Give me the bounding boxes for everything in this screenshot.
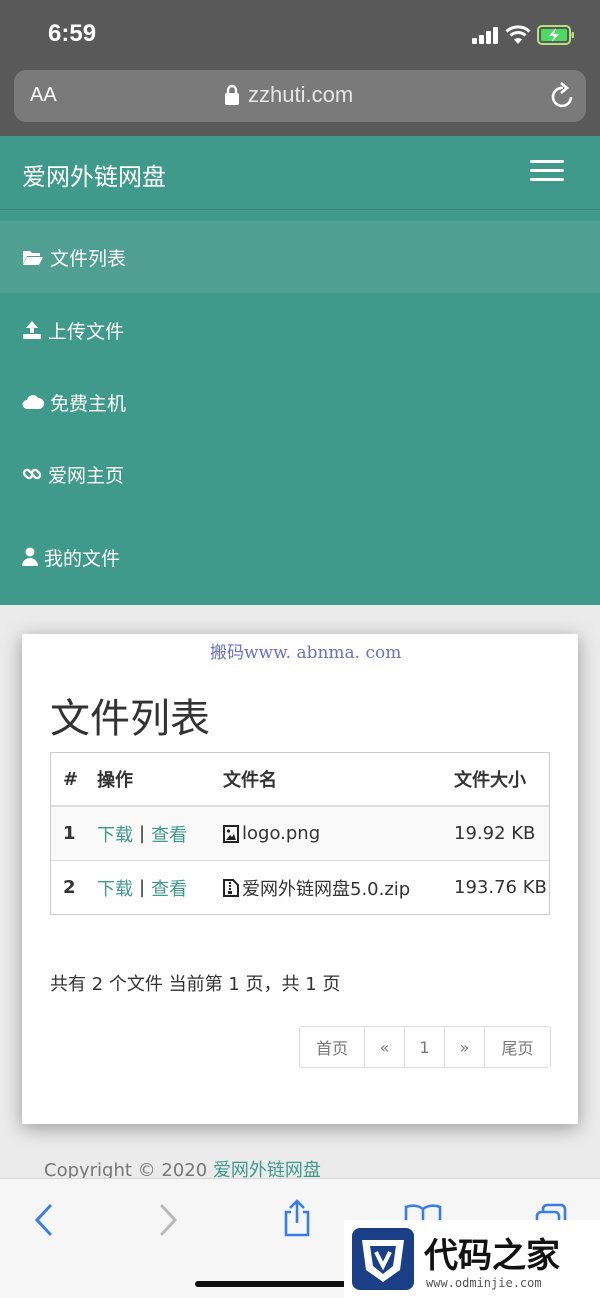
status-time: 6:59 — [48, 20, 97, 47]
table-row: 2 下载 | 查看 爱网外链网盘5.0.zip 193.76 KB — [51, 861, 549, 914]
menu-item-free-host[interactable]: 免费主机 — [0, 366, 600, 438]
view-link[interactable]: 查看 — [151, 875, 187, 901]
address-bar[interactable]: AA zzhuti.com — [14, 70, 586, 122]
row-actions: 下载 | 查看 — [97, 807, 187, 860]
row-number: 1 — [63, 823, 76, 844]
row-number: 2 — [63, 877, 76, 898]
hamburger-icon — [530, 160, 564, 163]
wifi-icon — [505, 25, 531, 44]
watermark-logo-url: www.odminjie.com — [426, 1276, 542, 1290]
page-prev-button[interactable]: « — [365, 1027, 405, 1067]
menu-toggle-button[interactable] — [530, 160, 564, 184]
download-link[interactable]: 下载 — [97, 875, 133, 901]
site-navbar: 爱网外链网盘 — [0, 136, 600, 210]
action-separator: | — [139, 877, 146, 898]
file-name: 爱网外链网盘5.0.zip — [223, 861, 410, 914]
nav-menu: 文件列表 上传文件 免费主机 爱网主页 我的文件 — [0, 210, 600, 605]
file-count-summary: 共有 2 个文件 当前第 1 页，共 1 页 — [50, 974, 341, 995]
watermark-logo-text: 代码之家 — [424, 1236, 560, 1276]
user-icon — [22, 547, 38, 566]
forward-icon[interactable] — [158, 1203, 180, 1237]
file-size: 19.92 KB — [454, 823, 536, 844]
menu-item-label: 上传文件 — [48, 320, 125, 343]
table-header-row: # 操作 文件名 文件大小 — [51, 753, 549, 807]
pagination: 首页 « 1 » 尾页 — [299, 1026, 551, 1068]
col-header-actions: 操作 — [97, 770, 133, 791]
menu-item-homepage[interactable]: 爱网主页 — [0, 438, 600, 510]
shield-logo-icon — [352, 1228, 414, 1290]
menu-item-label: 文件列表 — [50, 247, 127, 270]
menu-item-my-files[interactable]: 我的文件 — [0, 521, 600, 593]
reader-aa-button[interactable]: AA — [30, 84, 57, 107]
lock-icon — [225, 84, 239, 105]
cellular-signal-icon — [472, 26, 500, 44]
page-last-button[interactable]: 尾页 — [485, 1027, 550, 1067]
link-icon — [22, 468, 42, 480]
col-header-num: # — [63, 768, 79, 790]
site-watermark-logo: 代码之家 www.odminjie.com — [344, 1220, 600, 1298]
upload-icon — [23, 321, 41, 339]
watermark: 搬码www. abnma. com — [210, 643, 402, 663]
page-first-button[interactable]: 首页 — [300, 1027, 365, 1067]
zip-file-icon — [223, 878, 239, 897]
col-header-filesize: 文件大小 — [454, 770, 526, 791]
back-icon[interactable] — [32, 1203, 54, 1237]
image-file-icon — [223, 824, 239, 843]
page-next-button[interactable]: » — [445, 1027, 485, 1067]
col-header-filename: 文件名 — [223, 770, 277, 791]
table-row: 1 下载 | 查看 logo.png 19.92 KB — [51, 807, 549, 861]
file-table: # 操作 文件名 文件大小 1 下载 | 查看 logo.png 19.92 KB … — [50, 752, 550, 915]
folder-open-icon — [23, 251, 43, 265]
file-list-panel: 搬码www. abnma. com 文件列表 # 操作 文件名 文件大小 1 下… — [22, 634, 578, 1124]
download-link[interactable]: 下载 — [97, 821, 133, 847]
menu-item-label: 免费主机 — [50, 392, 127, 415]
status-bar: 6:59 — [0, 0, 600, 70]
menu-item-upload[interactable]: 上传文件 — [0, 294, 600, 366]
row-actions: 下载 | 查看 — [97, 861, 187, 914]
file-name-text: 爱网外链网盘5.0.zip — [242, 878, 411, 900]
file-name: logo.png — [223, 807, 320, 860]
view-link[interactable]: 查看 — [151, 821, 187, 847]
page-current-button[interactable]: 1 — [405, 1027, 445, 1067]
menu-item-label: 我的文件 — [44, 547, 121, 570]
share-icon[interactable] — [282, 1199, 312, 1237]
site-brand[interactable]: 爱网外链网盘 — [22, 157, 166, 192]
battery-charging-icon — [537, 25, 574, 45]
file-name-text: logo.png — [242, 823, 321, 844]
action-separator: | — [139, 823, 146, 844]
cloud-icon — [22, 395, 44, 409]
file-size: 193.76 KB — [454, 877, 547, 898]
page-title: 文件列表 — [50, 696, 210, 742]
menu-item-file-list[interactable]: 文件列表 — [0, 221, 600, 293]
menu-item-label: 爱网主页 — [48, 464, 125, 487]
browser-address-area: AA zzhuti.com — [0, 70, 600, 136]
url-text[interactable]: zzhuti.com — [248, 82, 353, 108]
reload-icon[interactable] — [550, 82, 576, 110]
